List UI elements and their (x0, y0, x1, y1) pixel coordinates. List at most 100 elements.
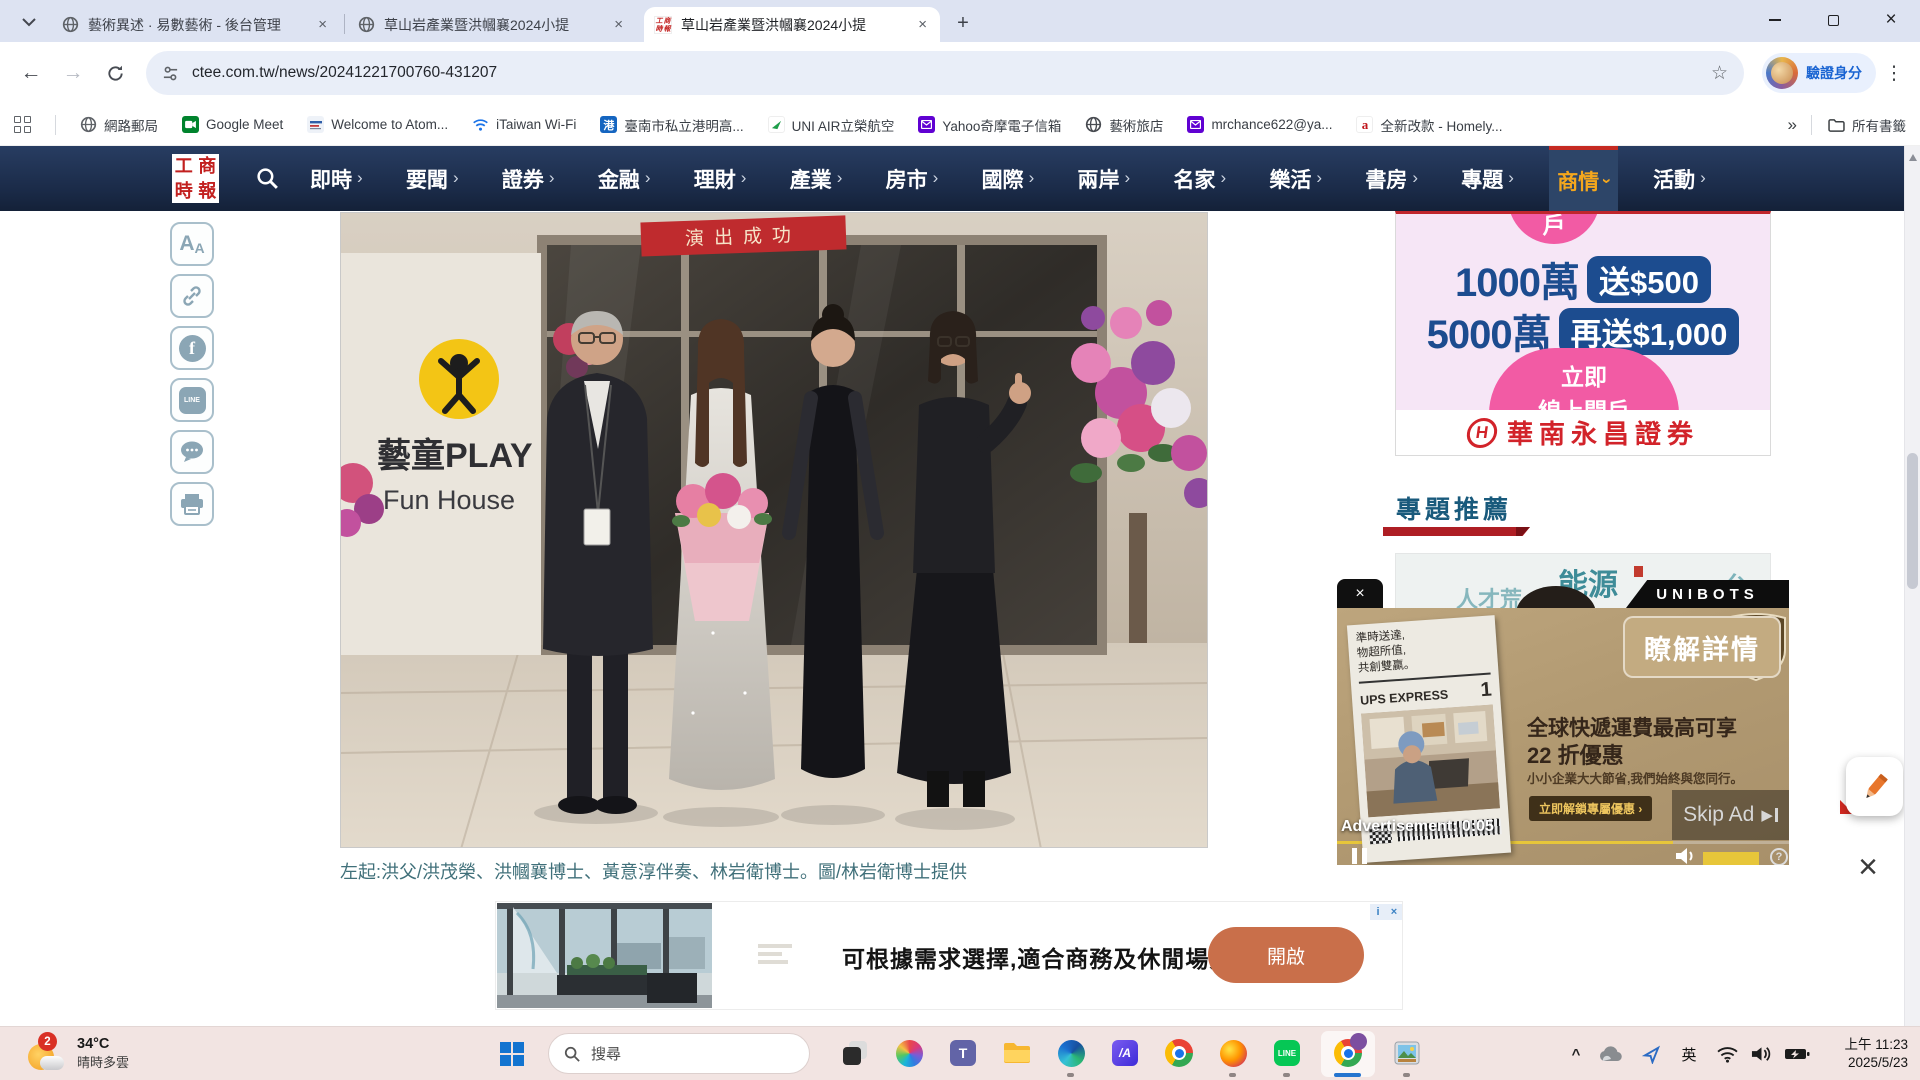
bookmark-item[interactable]: a 全新改款 - Homely... (1356, 115, 1502, 135)
address-bar[interactable]: ctee.com.tw/news/20241221700760-431207 ☆ (146, 51, 1744, 95)
bookmark-item[interactable]: 藝術旅店 (1085, 115, 1163, 135)
bookmark-item[interactable]: Google Meet (182, 116, 283, 133)
taskbar-app-edge[interactable] (1056, 1038, 1086, 1068)
close-button[interactable]: × (1862, 0, 1920, 40)
profile-chip[interactable]: 驗證身分 (1762, 53, 1876, 93)
nav-item[interactable]: 樂活› (1261, 146, 1330, 211)
taskbar-app-line[interactable]: LINE (1272, 1038, 1302, 1068)
tray-volume[interactable] (1746, 1027, 1776, 1080)
taskbar-app-teams[interactable]: T (948, 1038, 978, 1068)
taskbar-app-explorer[interactable] (1002, 1038, 1032, 1068)
bookmark-item[interactable]: UNI AIR立榮航空 (768, 115, 895, 135)
tab-2[interactable]: 草山岩產業暨洪幗襄2024小提 × (348, 7, 636, 42)
video-ad-small-cta[interactable]: 立即解鎖專屬優惠 › (1529, 796, 1652, 821)
volume-slider[interactable] (1703, 852, 1759, 865)
floating-pencil-button[interactable] (1846, 757, 1903, 816)
taskbar: 2 34°C 晴時多雲 搜尋 T /A (0, 1026, 1920, 1080)
minimize-button[interactable] (1746, 0, 1804, 40)
taskbar-clock[interactable]: 上午 11:23 2025/5/23 (1822, 1036, 1908, 1072)
nav-item[interactable]: 即時› (302, 146, 371, 211)
forward-button[interactable]: → (54, 54, 92, 92)
tray-battery[interactable] (1780, 1027, 1814, 1080)
ad-open-button[interactable]: 開啟 (1208, 927, 1364, 983)
scrollbar-up-arrow[interactable] (1909, 154, 1917, 161)
taskbar-app-copilot[interactable] (894, 1038, 924, 1068)
taskbar-app-photos[interactable] (1392, 1038, 1422, 1068)
nav-search-button[interactable] (255, 166, 280, 196)
nav-item[interactable]: 證券› (494, 146, 563, 211)
print-button[interactable] (170, 482, 214, 526)
taskbar-search[interactable]: 搜尋 (548, 1033, 810, 1074)
bookmarks-overflow-button[interactable]: » (1774, 115, 1811, 135)
line-share-button[interactable]: LINE (170, 378, 214, 422)
all-bookmarks-button[interactable]: 所有書籤 (1812, 115, 1906, 135)
ad-cta[interactable]: 立即 線上開戶 (1489, 348, 1679, 414)
nav-item[interactable]: 專題› (1453, 146, 1522, 211)
bookmark-item[interactable]: 網路郵局 (80, 115, 158, 135)
tray-wifi[interactable] (1712, 1027, 1742, 1080)
tray-onedrive[interactable] (1596, 1027, 1626, 1080)
tab-close-icon[interactable]: × (611, 16, 626, 33)
bottom-banner-ad[interactable]: 可根據需求選擇,適合商務及休閒場景使用 開啟 i × (496, 902, 1402, 1009)
bookmark-item[interactable]: iTaiwan Wi-Fi (472, 116, 576, 133)
securities-ad[interactable]: 戶 1000萬 送$500 5000萬 再送$1,000 立即 線上開戶 H 華… (1395, 211, 1771, 456)
browser-menu-button[interactable]: ⋮ (1880, 54, 1908, 92)
nav-item[interactable]: 書房› (1357, 146, 1426, 211)
taskbar-app-movavi[interactable]: /A (1110, 1038, 1140, 1068)
reload-button[interactable] (96, 54, 134, 92)
pause-button[interactable] (1352, 848, 1367, 864)
nav-item[interactable]: 金融› (590, 146, 659, 211)
tab-close-icon[interactable]: × (315, 16, 330, 33)
nav-item[interactable]: 國際› (974, 146, 1043, 211)
tab-1[interactable]: 藝術異述 · 易數藝術 - 後台管理 × (52, 7, 340, 42)
weather-widget[interactable]: 2 34°C 晴時多雲 (28, 1032, 129, 1074)
nav-item-active[interactable]: 商情› (1549, 146, 1618, 211)
video-ad-player[interactable]: 瞭解詳情 準時送達, 物超所值, 共創雙贏。 UPS EXPRESS 1 (1337, 608, 1789, 865)
tab-search-button[interactable] (14, 8, 44, 36)
sticky-ad-close-button[interactable]: × (1847, 846, 1889, 888)
bookmark-item[interactable]: mrchance622@ya... (1187, 116, 1332, 133)
copy-link-button[interactable] (170, 274, 214, 318)
bookmark-item[interactable]: 港 臺南市私立港明高... (600, 115, 743, 135)
nav-item[interactable]: 房市› (878, 146, 947, 211)
bookmark-item[interactable]: Welcome to Atom... (307, 116, 448, 133)
page-scrollbar[interactable] (1904, 146, 1920, 1026)
back-button[interactable]: ← (12, 54, 50, 92)
video-ad-close-button[interactable]: × (1337, 579, 1383, 609)
tab-3-active[interactable]: 工商時報 草山岩產業暨洪幗襄2024小提 × (644, 7, 940, 42)
nav-item[interactable]: 活動› (1645, 146, 1714, 211)
bookmark-item[interactable]: Yahoo奇摩電子信箱 (918, 115, 1061, 135)
maximize-button[interactable] (1804, 0, 1862, 40)
bookmark-star-icon[interactable]: ☆ (1711, 62, 1728, 85)
taskbar-app-chrome[interactable] (1164, 1038, 1194, 1068)
font-size-button[interactable]: AA (170, 222, 214, 266)
help-icon[interactable]: ? (1770, 848, 1788, 865)
nav-item[interactable]: 名家› (1165, 146, 1234, 211)
nav-item[interactable]: 兩岸› (1070, 146, 1139, 211)
apps-grid-icon[interactable] (14, 116, 31, 133)
new-tab-button[interactable]: + (948, 9, 978, 37)
ctee-logo[interactable]: 工商時報 (172, 154, 219, 203)
ad-close-icon[interactable]: × (1386, 904, 1402, 920)
all-bookmarks-label: 所有書籤 (1852, 115, 1906, 135)
comment-button[interactable] (170, 430, 214, 474)
tray-expand-button[interactable]: ^ (1562, 1027, 1590, 1080)
url-text[interactable]: ctee.com.tw/news/20241221700760-431207 (192, 64, 1698, 82)
taskbar-app-firefox[interactable] (1218, 1038, 1248, 1068)
volume-icon[interactable] (1675, 846, 1697, 865)
taskbar-app-widgets[interactable] (840, 1038, 870, 1068)
taskbar-app-chrome-active[interactable] (1333, 1038, 1363, 1068)
tray-location[interactable] (1636, 1027, 1666, 1080)
scrollbar-thumb[interactable] (1907, 453, 1918, 589)
tray-ime[interactable]: 英 (1676, 1027, 1702, 1080)
ad-info-icon[interactable]: i (1370, 904, 1386, 920)
start-button[interactable] (500, 1042, 524, 1066)
video-ad-cta-button[interactable]: 瞭解詳情 (1623, 616, 1781, 678)
nav-item[interactable]: 理財› (686, 146, 755, 211)
site-info-icon[interactable] (162, 65, 179, 82)
nav-item[interactable]: 產業› (782, 146, 851, 211)
tab-close-icon[interactable]: × (915, 16, 930, 33)
nav-item[interactable]: 要聞› (398, 146, 467, 211)
skip-ad-button[interactable]: Skip Ad ▶ (1672, 790, 1789, 840)
facebook-share-button[interactable]: f (170, 326, 214, 370)
